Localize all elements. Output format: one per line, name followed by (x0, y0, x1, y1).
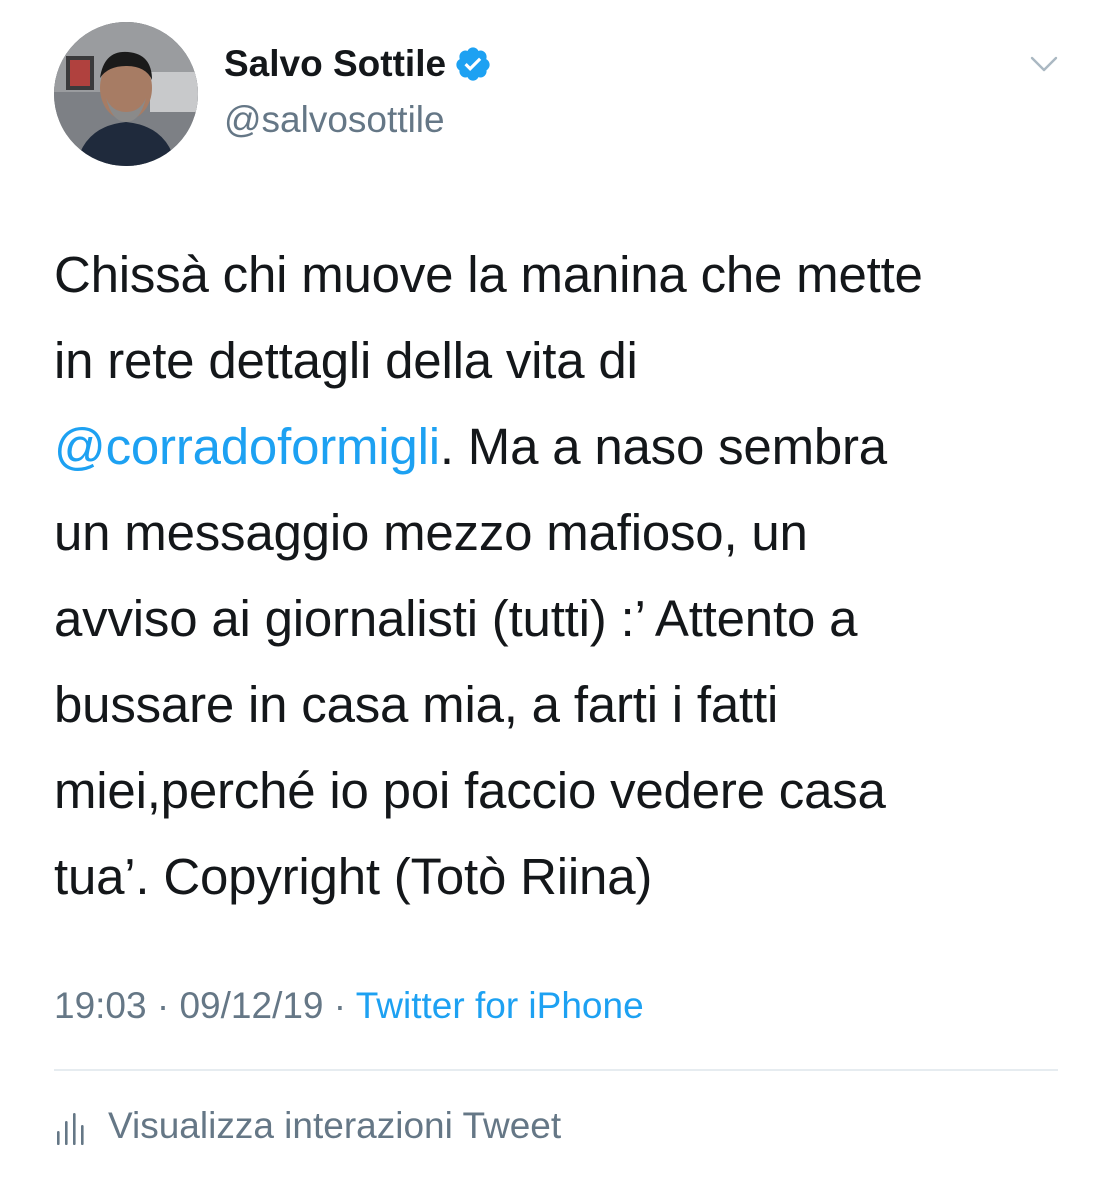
tweet-body-line: in rete dettagli della vita di (54, 318, 1064, 404)
tweet-body-line: avviso ai giornalisti (tutti) :’ Attento… (54, 576, 1064, 662)
tweet-body-text: Chissà chi muove la manina che mette (54, 246, 923, 303)
tweet-source-link[interactable]: Twitter for iPhone (356, 985, 644, 1026)
avatar-photo (54, 22, 198, 166)
tweet-body-text: . Ma a naso sembra (439, 418, 887, 475)
view-tweet-activity-label: Visualizza interazioni Tweet (108, 1105, 562, 1146)
meta-separator: · (156, 985, 180, 1026)
tweet-body-text: avviso ai giornalisti (tutti) :’ Attento… (54, 590, 858, 647)
tweet-body-line: un messaggio mezzo mafioso, un (54, 490, 1064, 576)
avatar[interactable] (54, 22, 198, 166)
tweet-date: 09/12/19 (179, 985, 324, 1026)
tweet-body-text: miei,perché io poi faccio vedere casa (54, 762, 886, 819)
meta-separator: · (333, 985, 356, 1026)
tweet-body-text: bussare in casa mia, a farti i fatti (54, 676, 779, 733)
tweet-body-line: miei,perché io poi faccio vedere casa (54, 748, 1064, 834)
tweet-time: 19:03 (54, 985, 147, 1026)
tweet-meta: 19:03 · 09/12/19 · Twitter for iPhone (54, 980, 644, 1032)
tweet-body-text: un messaggio mezzo mafioso, un (54, 504, 808, 561)
author-name[interactable]: Salvo Sottile (224, 40, 446, 88)
chevron-down-icon[interactable] (1024, 50, 1064, 80)
tweet-body-line: tua’. Copyright (Totò Riina) (54, 834, 1064, 920)
author-handle[interactable]: @salvosottile (224, 96, 445, 144)
author-name-row[interactable]: Salvo Sottile (224, 40, 492, 88)
tweet-body-line: bussare in casa mia, a farti i fatti (54, 662, 1064, 748)
divider (54, 1069, 1058, 1071)
tweet-body-text: tua’. Copyright (Totò Riina) (54, 848, 653, 905)
verified-badge-icon (456, 47, 490, 81)
tweet-body-line: Chissà chi muove la manina che mette (54, 232, 1064, 318)
tweet-body: Chissà chi muove la manina che mette in r… (54, 232, 1064, 920)
view-tweet-activity-button[interactable]: Visualizza interazioni Tweet (54, 1100, 561, 1152)
analytics-bars-icon (57, 1113, 84, 1145)
mention-link[interactable]: @corradoformigli (54, 418, 440, 475)
tweet-card: Salvo Sottile @salvosottile Chissà chi m… (0, 0, 1112, 1200)
tweet-body-text: in rete dettagli della vita di (54, 332, 638, 389)
tweet-body-line: @corradoformigli. Ma a naso sembra (54, 404, 1064, 490)
